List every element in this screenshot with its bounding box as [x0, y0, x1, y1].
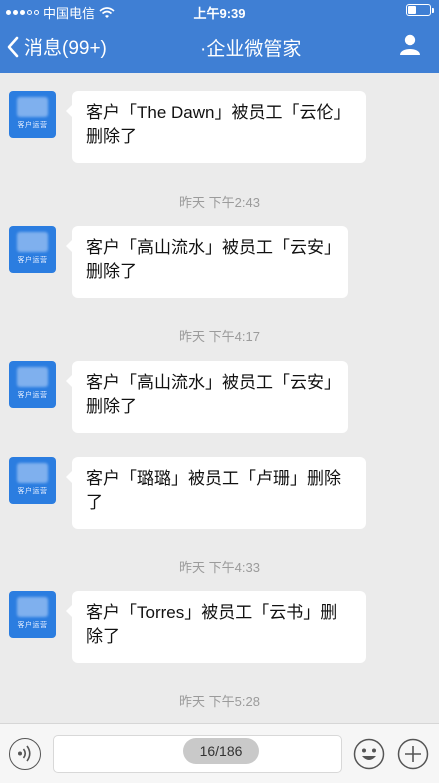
back-label: 消息(99+) — [24, 38, 107, 59]
page-title: ·企业微管家 — [200, 39, 302, 60]
voice-button[interactable] — [9, 738, 41, 770]
voice-icon — [18, 745, 31, 762]
timestamp: 昨天 下午5:28 — [179, 694, 260, 709]
timestamp: 昨天 下午2:43 — [179, 195, 260, 210]
avatar[interactable]: 客户运营 — [9, 226, 56, 273]
avatar-label: 客户运营 — [17, 488, 48, 495]
avatar[interactable]: 客户运营 — [9, 361, 56, 408]
message-bubble[interactable]: 客户「璐璐」被员工「卢珊」删除了 — [66, 457, 366, 529]
top-bar: 中国电信 上午9:39 消息(99+) ·企业微管家 — [0, 0, 439, 73]
avatar[interactable]: 客户运营 — [9, 591, 56, 638]
timestamp: 昨天 下午4:17 — [179, 329, 260, 344]
status-bar: 中国电信 上午9:39 — [0, 0, 439, 21]
chevron-left-icon — [7, 36, 19, 57]
message-bubble[interactable]: 客户「高山流水」被员工「云安」删除了 — [66, 226, 348, 298]
emoji-icon[interactable] — [353, 738, 385, 770]
avatar[interactable]: 客户运营 — [9, 457, 56, 504]
avatar[interactable]: 客户运营 — [9, 91, 56, 138]
back-button[interactable]: 消息(99+) — [6, 33, 107, 60]
message-bubble[interactable]: 客户「The Dawn」被员工「云伦」删除了 — [66, 91, 366, 163]
battery-icon — [406, 4, 434, 16]
avatar-label: 客户运营 — [17, 392, 48, 399]
plus-icon[interactable] — [397, 738, 429, 770]
nav-bar: 消息(99+) ·企业微管家 — [0, 20, 439, 73]
avatar-label: 客户运营 — [17, 622, 48, 629]
timestamp: 昨天 下午4:33 — [179, 560, 260, 575]
user-icon[interactable] — [398, 32, 422, 56]
message-bubble[interactable]: 客户「Torres」被员工「云书」删除了 — [66, 591, 366, 663]
avatar-label: 客户运营 — [17, 122, 48, 129]
message-bubble[interactable]: 客户「高山流水」被员工「云安」删除了 — [66, 361, 348, 433]
page-indicator: 16/186 — [183, 738, 259, 764]
avatar-label: 客户运营 — [17, 257, 48, 264]
